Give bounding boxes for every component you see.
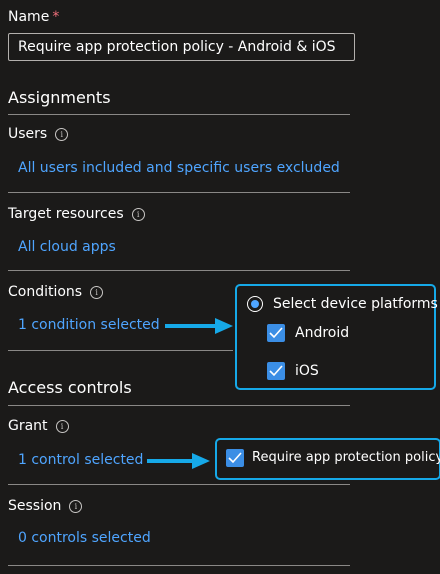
session-label-row: Session i bbox=[8, 498, 83, 514]
radio-button[interactable] bbox=[247, 296, 263, 312]
checkmark-icon bbox=[269, 365, 283, 377]
info-icon[interactable]: i bbox=[55, 420, 69, 433]
app-protection-checkbox[interactable] bbox=[226, 449, 244, 467]
assignments-heading: Assignments bbox=[8, 88, 111, 107]
required-asterisk: * bbox=[52, 9, 60, 25]
info-icon[interactable]: i bbox=[90, 286, 104, 299]
target-resources-label-row: Target resources i bbox=[8, 206, 145, 222]
divider bbox=[8, 484, 350, 485]
android-label: Android bbox=[295, 325, 350, 341]
name-label-row: Name * bbox=[8, 9, 59, 25]
arrow-right-icon bbox=[147, 453, 210, 469]
grant-label-row: Grant i bbox=[8, 418, 69, 434]
grant-label: Grant bbox=[8, 418, 48, 434]
divider bbox=[8, 405, 350, 406]
target-resources-label: Target resources bbox=[8, 206, 124, 222]
users-label: Users bbox=[8, 126, 48, 142]
users-selection-link[interactable]: All users included and specific users ex… bbox=[18, 160, 340, 176]
conditions-link[interactable]: 1 condition selected bbox=[18, 317, 160, 333]
session-link[interactable]: 0 controls selected bbox=[18, 530, 151, 546]
divider bbox=[8, 114, 350, 115]
session-label: Session bbox=[8, 498, 62, 514]
policy-name-input[interactable]: Require app protection policy - Android … bbox=[8, 33, 355, 61]
conditions-label: Conditions bbox=[8, 284, 83, 300]
target-resources-link[interactable]: All cloud apps bbox=[18, 239, 116, 255]
checkmark-icon bbox=[228, 452, 242, 464]
app-protection-label: Require app protection policy bbox=[252, 450, 440, 465]
conditions-label-row: Conditions i bbox=[8, 284, 104, 300]
device-platforms-callout: Select device platforms Android iOS bbox=[235, 284, 438, 390]
radio-label: Select device platforms bbox=[273, 296, 438, 312]
divider bbox=[8, 192, 350, 193]
grant-link[interactable]: 1 control selected bbox=[18, 452, 143, 468]
android-checkbox[interactable] bbox=[267, 324, 285, 342]
divider bbox=[8, 565, 350, 566]
divider bbox=[8, 270, 350, 271]
divider bbox=[8, 350, 233, 351]
grant-control-callout: Require app protection policy bbox=[215, 438, 440, 480]
info-icon[interactable]: i bbox=[55, 128, 69, 141]
access-controls-heading: Access controls bbox=[8, 378, 132, 397]
info-icon[interactable]: i bbox=[69, 500, 83, 513]
radio-dot bbox=[251, 300, 259, 308]
checkmark-icon bbox=[269, 327, 283, 339]
name-label: Name bbox=[8, 9, 50, 25]
info-icon[interactable]: i bbox=[131, 208, 145, 221]
arrow-right-icon bbox=[165, 318, 233, 334]
ios-checkbox[interactable] bbox=[267, 362, 285, 380]
users-label-row: Users i bbox=[8, 126, 69, 142]
ios-label: iOS bbox=[295, 363, 319, 379]
